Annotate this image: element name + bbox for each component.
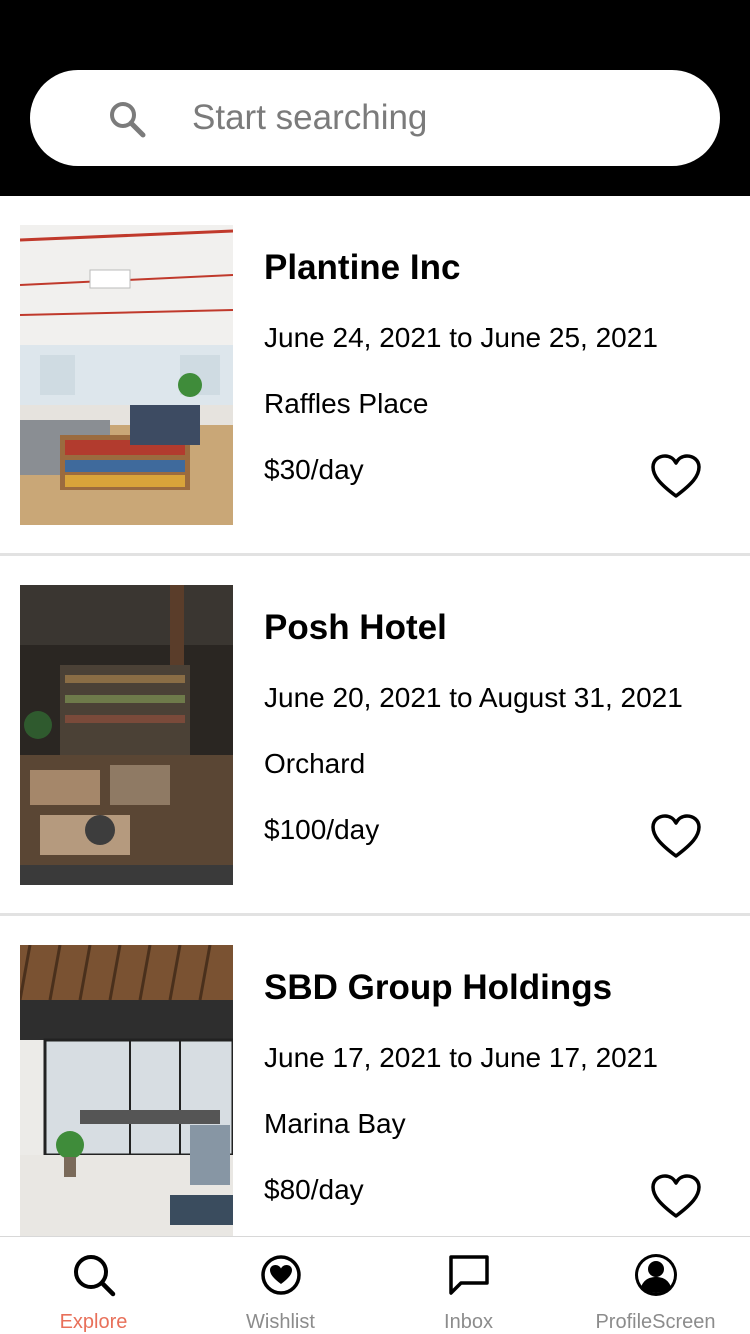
heart-icon	[651, 814, 701, 858]
listing-image[interactable]	[20, 945, 233, 1236]
app-root: Plantine Inc June 24, 2021 to June 25, 2…	[0, 0, 750, 1334]
chat-bubble-icon	[448, 1255, 489, 1295]
listing-dates: June 24, 2021 to June 25, 2021	[264, 322, 658, 353]
tab-profile[interactable]: ProfileScreen	[562, 1237, 749, 1334]
listing-dates: June 17, 2021 to June 17, 2021	[264, 1042, 658, 1073]
search-bar[interactable]	[30, 70, 720, 166]
listing-price: $80/day	[264, 1174, 364, 1205]
listing-title[interactable]: Posh Hotel	[264, 608, 447, 648]
listing-title[interactable]: Plantine Inc	[264, 248, 460, 288]
office-lounge-image	[20, 225, 233, 525]
tab-label: Explore	[59, 1311, 128, 1333]
listing-card[interactable]: SBD Group Holdings June 17, 2021 to June…	[0, 916, 750, 1236]
heart-circle-icon	[260, 1255, 301, 1295]
heart-icon	[651, 1174, 701, 1218]
header	[0, 0, 750, 196]
tab-label: ProfileScreen	[595, 1311, 716, 1333]
heart-icon	[651, 454, 701, 498]
listing-location: Orchard	[264, 748, 366, 779]
listing-list[interactable]: Plantine Inc June 24, 2021 to June 25, 2…	[0, 196, 750, 1236]
listing-location: Raffles Place	[264, 388, 429, 419]
tab-label: Wishlist	[246, 1311, 315, 1333]
listing-price: $100/day	[264, 814, 380, 845]
bottom-tab-bar: Explore Wishlist Inbox ProfileScreen	[0, 1236, 750, 1334]
search-input[interactable]	[192, 92, 692, 144]
listing-image[interactable]	[20, 585, 233, 885]
favorite-button[interactable]	[650, 454, 702, 500]
listing-title[interactable]: SBD Group Holdings	[264, 968, 612, 1008]
search-icon	[110, 102, 146, 138]
tab-explore[interactable]: Explore	[0, 1237, 187, 1334]
listing-image[interactable]	[20, 225, 233, 525]
office-meeting-room-image	[20, 945, 233, 1236]
listing-price: $30/day	[264, 454, 364, 485]
listing-dates: June 20, 2021 to August 31, 2021	[264, 682, 683, 713]
hotel-bar-image	[20, 585, 233, 885]
listing-card[interactable]: Posh Hotel June 20, 2021 to August 31, 2…	[0, 556, 750, 916]
listing-location: Marina Bay	[264, 1108, 406, 1139]
favorite-button[interactable]	[650, 814, 702, 860]
listing-card[interactable]: Plantine Inc June 24, 2021 to June 25, 2…	[0, 196, 750, 556]
user-circle-icon	[634, 1254, 677, 1296]
search-icon	[73, 1255, 115, 1297]
favorite-button[interactable]	[650, 1174, 702, 1220]
tab-label: Inbox	[444, 1311, 493, 1333]
tab-inbox[interactable]: Inbox	[375, 1237, 562, 1334]
tab-wishlist[interactable]: Wishlist	[187, 1237, 374, 1334]
